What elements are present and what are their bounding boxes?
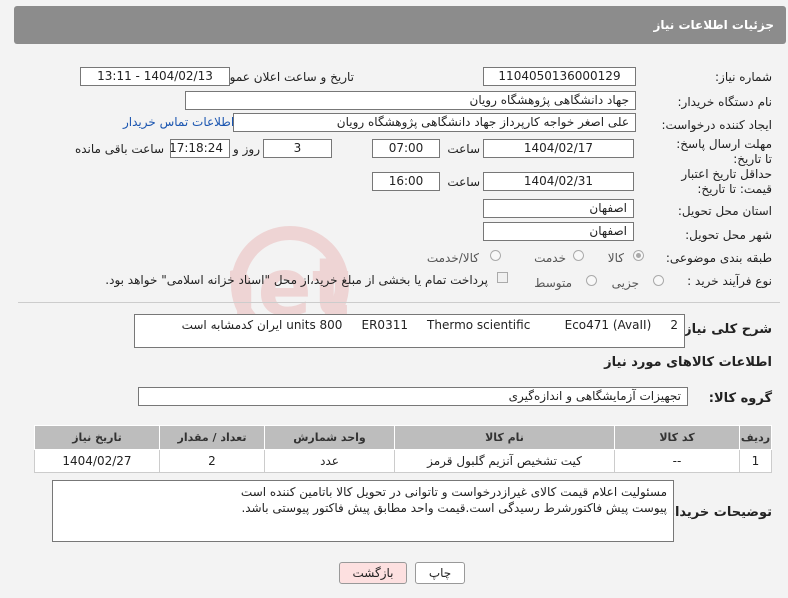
purchase-type-label: نوع فرآیند خرید : xyxy=(687,274,772,288)
category-label: طبقه بندی موضوعی: xyxy=(665,251,772,265)
category-service-label: خدمت xyxy=(534,251,566,265)
reply-time-label: ساعت xyxy=(447,142,480,156)
remaining-time-field: 17:18:24 xyxy=(170,139,230,158)
hours-left-label: ساعت باقی مانده xyxy=(74,142,164,156)
requester-field: علی اصغر خواجه کارپرداز جهاد دانشگاهی پژ… xyxy=(233,113,636,132)
requester-label: ایجاد کننده درخواست: xyxy=(661,118,772,132)
category-service-radio[interactable] xyxy=(573,250,584,261)
section-divider xyxy=(18,302,780,303)
buyer-notes-label: توضیحات خریدار: xyxy=(662,505,772,520)
goods-info-heading: اطلاعات کالاهای مورد نیاز xyxy=(604,355,772,370)
purchase-minor-label: جزیی xyxy=(611,276,639,290)
validity-time-field: 16:00 xyxy=(372,172,440,191)
cell-qty: 2 xyxy=(159,449,265,473)
goods-table: ردیف کد کالا نام کالا واحد شمارش تعداد /… xyxy=(34,425,772,473)
col-name-header: نام کالا xyxy=(394,425,615,450)
category-goods-label: کالا xyxy=(607,251,624,265)
page-title: جزئیات اطلاعات نیاز xyxy=(653,18,774,32)
col-code-header: کد کالا xyxy=(614,425,740,450)
province-label: استان محل تحویل: xyxy=(677,204,772,218)
day-and-label: روز و xyxy=(233,142,260,156)
treasury-checkbox[interactable] xyxy=(497,272,508,283)
goods-group-field: تجهیزات آزمایشگاهی و اندازه‌گیری xyxy=(138,387,688,406)
buyer-contact-link[interactable]: اطلاعات تماس خریدار xyxy=(123,115,234,129)
col-row-header: ردیف xyxy=(739,425,772,450)
col-date-header: تاریخ نیاز xyxy=(34,425,160,450)
cell-unit: عدد xyxy=(264,449,395,473)
announce-datetime-label: تاریخ و ساعت اعلان عمومی: xyxy=(209,70,354,84)
category-goods-radio[interactable] xyxy=(633,250,644,261)
purchase-minor-radio[interactable] xyxy=(653,275,664,286)
purchase-medium-label: متوسط xyxy=(534,276,572,290)
announce-datetime-field: 1404/02/13 - 13:11 xyxy=(80,67,230,86)
validity-time-label: ساعت xyxy=(447,175,480,189)
cell-code: -- xyxy=(614,449,740,473)
reply-deadline-label: مهلت ارسال پاسخ: تا تاریخ: xyxy=(676,137,772,166)
back-button[interactable]: بازگشت xyxy=(339,562,407,584)
reply-date-field: 1404/02/17 xyxy=(483,139,634,158)
cell-row: 1 xyxy=(739,449,772,473)
purchase-medium-radio[interactable] xyxy=(586,275,597,286)
need-number-field: 1104050136000129 xyxy=(483,67,636,86)
reply-time-field: 07:00 xyxy=(372,139,440,158)
province-field: اصفهان xyxy=(483,199,634,218)
category-goods-service-radio[interactable] xyxy=(490,250,501,261)
table-row: 1 -- کیت تشخیص آنزیم گلبول قرمز عدد 2 14… xyxy=(34,449,772,473)
price-validity-label: حداقل تاریخ اعتبار قیمت: تا تاریخ: xyxy=(681,167,772,196)
validity-date-field: 1404/02/31 xyxy=(483,172,634,191)
notes-line-1: مسئولیت اعلام قیمت کالای غیرازدرخواست و … xyxy=(240,485,667,499)
buyer-notes-textarea[interactable]: مسئولیت اعلام قیمت کالای غیرازدرخواست و … xyxy=(52,480,674,542)
page-header: جزئیات اطلاعات نیاز xyxy=(14,6,786,44)
description-label: شرح کلی نیاز: xyxy=(678,322,772,337)
cell-name: کیت تشخیص آنزیم گلبول قرمز xyxy=(394,449,615,473)
goods-group-label: گروه کالا: xyxy=(708,391,772,406)
need-number-label: شماره نیاز: xyxy=(715,70,772,84)
category-goods-service-label: کالا/خدمت xyxy=(426,251,479,265)
description-textarea[interactable]: 2 units 800 ER0311 Thermo scientific Eco… xyxy=(134,314,685,348)
cell-date: 1404/02/27 xyxy=(34,449,160,473)
col-unit-header: واحد شمارش xyxy=(264,425,395,450)
table-header-row: ردیف کد کالا نام کالا واحد شمارش تعداد /… xyxy=(34,425,772,450)
col-qty-header: تعداد / مقدار xyxy=(159,425,265,450)
buyer-org-label: نام دستگاه خریدار: xyxy=(677,95,773,109)
city-label: شهر محل تحویل: xyxy=(685,228,772,242)
days-left-field: 3 xyxy=(263,139,332,158)
treasury-note: پرداخت تمام یا بخشی از مبلغ خرید،از محل … xyxy=(105,273,488,287)
city-field: اصفهان xyxy=(483,222,634,241)
buyer-org-field: جهاد دانشگاهی پژوهشگاه رویان xyxy=(185,91,636,110)
print-button[interactable]: چاپ xyxy=(415,562,465,584)
notes-line-2: پیوست پیش فاکتورشرط رسیدگی است.قیمت واحد… xyxy=(241,501,667,515)
